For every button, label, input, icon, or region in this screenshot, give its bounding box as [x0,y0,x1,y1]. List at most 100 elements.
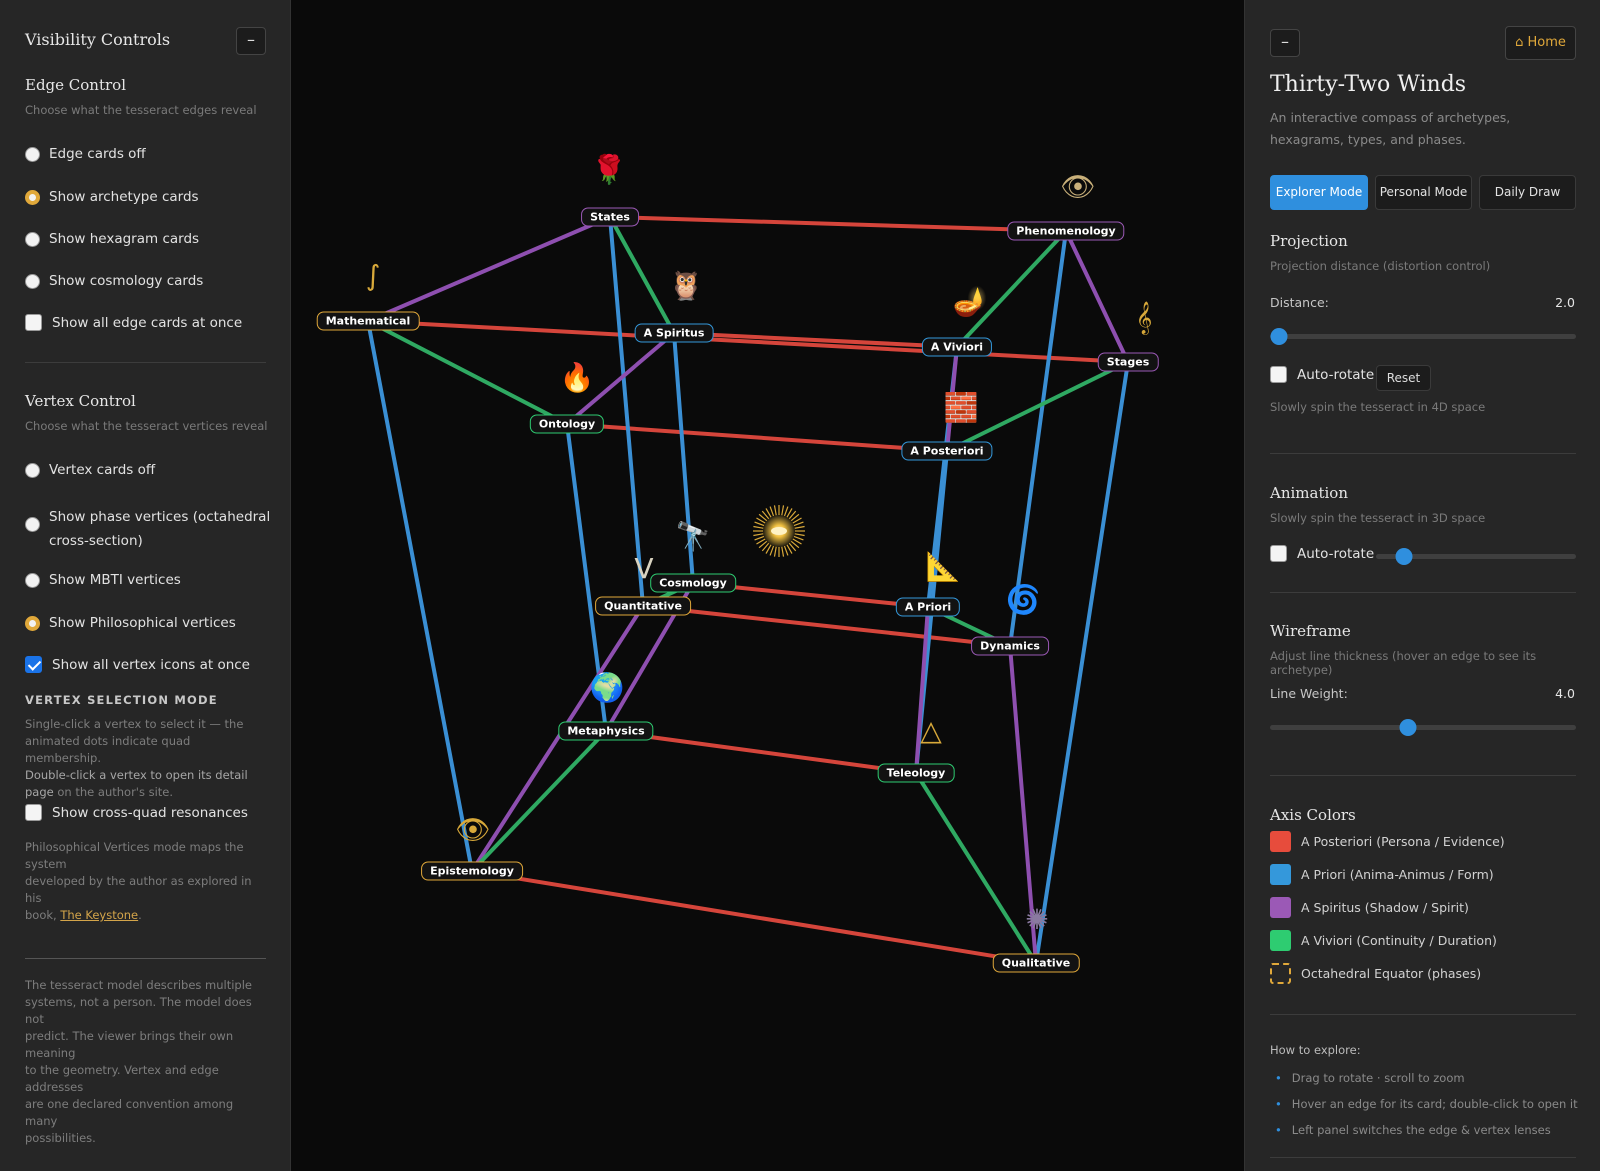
vertex-option-off[interactable]: Vertex cards off [25,462,155,478]
projection-subtitle: Projection distance (distortion control) [1270,259,1491,273]
vertex-mathematical[interactable]: Mathematical [316,311,420,331]
vertex-aposteriori[interactable]: A Posteriori [901,441,993,461]
panel-title: Visibility Controls [25,30,171,49]
wireframe-title: Wireframe [1270,622,1351,640]
vertex-aviviori[interactable]: A Viviori [921,337,993,357]
radio-button[interactable] [25,517,40,532]
vertex-quantitative[interactable]: Quantitative [595,596,691,616]
vertex-option-phase[interactable]: Show phase vertices (octahedral cross-sec… [25,505,270,553]
radio-button[interactable] [25,462,40,478]
radio-button[interactable] [25,231,40,247]
distance-value: 2.0 [1555,295,1575,310]
vertex-control-subtitle: Choose what the tesseract vertices revea… [25,419,268,433]
edge-posteriori-epistemology-qualitative[interactable] [470,869,1038,965]
radio-button[interactable] [25,146,40,162]
edge-viviori-mathematical-ontology[interactable] [366,319,569,426]
explorer-mode-button[interactable]: Explorer Mode [1270,175,1368,210]
projection-auto-rotate-checkbox[interactable]: Auto-rotate [1270,366,1374,383]
vertex-aspiritus[interactable]: A Spiritus [634,323,714,343]
how-to-item: Drag to rotate · scroll to zoom [1275,1071,1465,1085]
edge-viviori-teleology-qualitative[interactable] [914,771,1038,965]
vertex-qualitative[interactable]: Qualitative [992,953,1080,973]
vertex-phenomenology[interactable]: Phenomenology [1007,221,1125,241]
legend-item-posteriori: A Posteriori (Persona / Evidence) [1270,831,1505,852]
edge-spiritus-phenomenology-stages[interactable] [1064,229,1130,364]
show-all-vertex-icons-checkbox[interactable]: Show all vertex icons at once [25,656,250,673]
animation-speed-slider[interactable] [1376,548,1576,565]
radio-button[interactable] [25,572,40,588]
edge-spiritus-apriori-teleology[interactable] [914,605,930,775]
distance-slider[interactable] [1270,328,1576,345]
vertex-option-philosophical[interactable]: Show Philosophical vertices [25,615,236,631]
slider-thumb[interactable] [1395,548,1413,565]
divider [1270,775,1576,776]
cross-quad-resonances-checkbox[interactable]: Show cross-quad resonances [25,804,248,821]
reset-button[interactable]: Reset [1376,365,1431,391]
checkbox[interactable] [1270,366,1287,383]
vertex-epistemology[interactable]: Epistemology [421,861,523,881]
vertex-dynamics[interactable]: Dynamics [971,636,1049,656]
daily-draw-button[interactable]: Daily Draw [1479,175,1576,210]
edge-priori-states-quantitative[interactable] [608,215,645,608]
app-title: Thirty-Two Winds [1270,72,1467,97]
vertex-teleology[interactable]: Teleology [877,763,955,783]
checkbox[interactable] [25,314,42,331]
projection-note: Slowly spin the tesseract in 4D space [1270,400,1486,414]
collapse-right-button[interactable]: – [1270,29,1300,57]
checkbox[interactable] [1270,545,1287,562]
teleology-icon: △ [920,714,942,747]
stages-icon: 𝄞 [1135,301,1153,334]
edge-posteriori-states-phenomenology[interactable] [608,215,1068,233]
edge-posteriori-mathematical-stages[interactable] [366,319,1130,364]
personal-mode-button[interactable]: Personal Mode [1375,175,1472,210]
divider [25,362,266,363]
vertex-apriori[interactable]: A Priori [895,597,961,617]
vertex-ontology[interactable]: Ontology [529,414,605,434]
radio-button-selected[interactable] [25,189,40,205]
quantitative-icon: V [634,552,654,585]
edge-spiritus-mathematical-states[interactable] [366,215,612,323]
edge-priori-stages-qualitative[interactable] [1034,360,1130,965]
radio-button-selected[interactable] [25,615,40,631]
legend-item-viviori: A Viviori (Continuity / Duration) [1270,930,1497,951]
checkbox[interactable] [25,804,42,821]
vertex-cosmology[interactable]: Cosmology [650,573,736,593]
slider-thumb[interactable] [1399,719,1417,736]
how-to-item: Hover an edge for its card; double-click… [1275,1097,1578,1111]
slider-thumb[interactable] [1270,328,1288,345]
tesseract-wireframe[interactable] [291,0,1244,1171]
how-to-title: How to explore: [1270,1043,1361,1057]
animation-auto-rotate-checkbox[interactable]: Auto-rotate [1270,545,1374,562]
show-all-edge-cards-checkbox[interactable]: Show all edge cards at once [25,314,242,331]
edge-option-cosmology[interactable]: Show cosmology cards [25,273,203,289]
states-icon: 🌹 [591,153,627,186]
legend-item-spiritus: A Spiritus (Shadow / Spirit) [1270,897,1469,918]
the-keystone-link[interactable]: The Keystone [60,908,138,922]
vertex-states[interactable]: States [581,207,639,227]
explorer-panel: – ⌂ Home Thirty-Two Winds An interactive… [1244,0,1600,1171]
edge-option-archetype[interactable]: Show archetype cards [25,189,199,205]
line-weight-value: 4.0 [1555,686,1575,701]
edge-posteriori-ontology-aposteriori[interactable] [565,422,949,453]
edge-option-off[interactable]: Edge cards off [25,146,146,162]
home-button[interactable]: ⌂ Home [1505,26,1576,60]
apriori-icon: 📐 [925,550,961,583]
legend-item-equator: Octahedral Equator (phases) [1270,963,1481,984]
disclaimer: The tesseract model describes multiple s… [25,978,253,1145]
vertex-metaphysics[interactable]: Metaphysics [558,721,654,741]
radio-button[interactable] [25,273,40,289]
qualitative-icon: ✺ [1025,903,1049,936]
edge-priori-mathematical-epistemology[interactable] [366,319,474,873]
edge-option-hexagram[interactable]: Show hexagram cards [25,231,199,247]
collapse-left-button[interactable]: – [236,27,266,55]
checkbox-checked[interactable] [25,656,42,673]
color-swatch [1270,864,1291,885]
tesseract-canvas[interactable]: 🌹 States 👁 Phenomenology ∫ Mathematical 🦉 A Spi… [291,0,1244,1171]
vertex-option-mbti[interactable]: Show MBTI vertices [25,572,181,588]
edge-posteriori-metaphysics-teleology[interactable] [604,729,918,775]
vertex-stages[interactable]: Stages [1097,352,1159,372]
divider [1270,592,1576,593]
edge-viviori-metaphysics-epistemology[interactable] [470,729,608,873]
cosmology-icon: 🔭 [675,520,711,553]
line-weight-slider[interactable] [1270,719,1576,736]
